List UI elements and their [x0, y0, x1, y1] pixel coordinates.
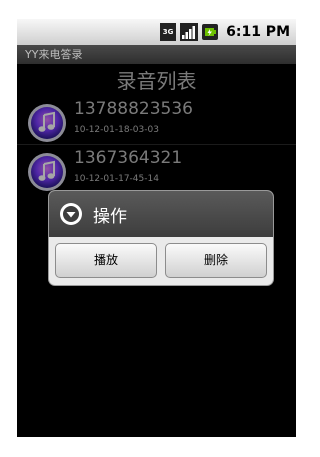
battery-icon [202, 24, 219, 40]
network-label: 3G [162, 28, 174, 36]
signal-icon [180, 23, 199, 41]
status-bar: 3G 6:11 PM [17, 19, 296, 45]
dropdown-circle-icon [59, 202, 83, 226]
action-dialog: 操作 播放 删除 [49, 191, 273, 285]
phone-screen: 3G 6:11 PM YY来电答录 录音列表 13788823536 10-12… [17, 19, 296, 437]
dialog-header: 操作 [49, 191, 273, 237]
play-button[interactable]: 播放 [55, 243, 157, 278]
dialog-title: 操作 [93, 207, 127, 227]
app-title: YY来电答录 [25, 48, 83, 61]
clock: 6:11 PM [226, 24, 290, 40]
delete-button[interactable]: 删除 [165, 243, 267, 278]
app-title-bar: YY来电答录 [17, 45, 296, 64]
3g-icon: 3G [160, 23, 177, 41]
